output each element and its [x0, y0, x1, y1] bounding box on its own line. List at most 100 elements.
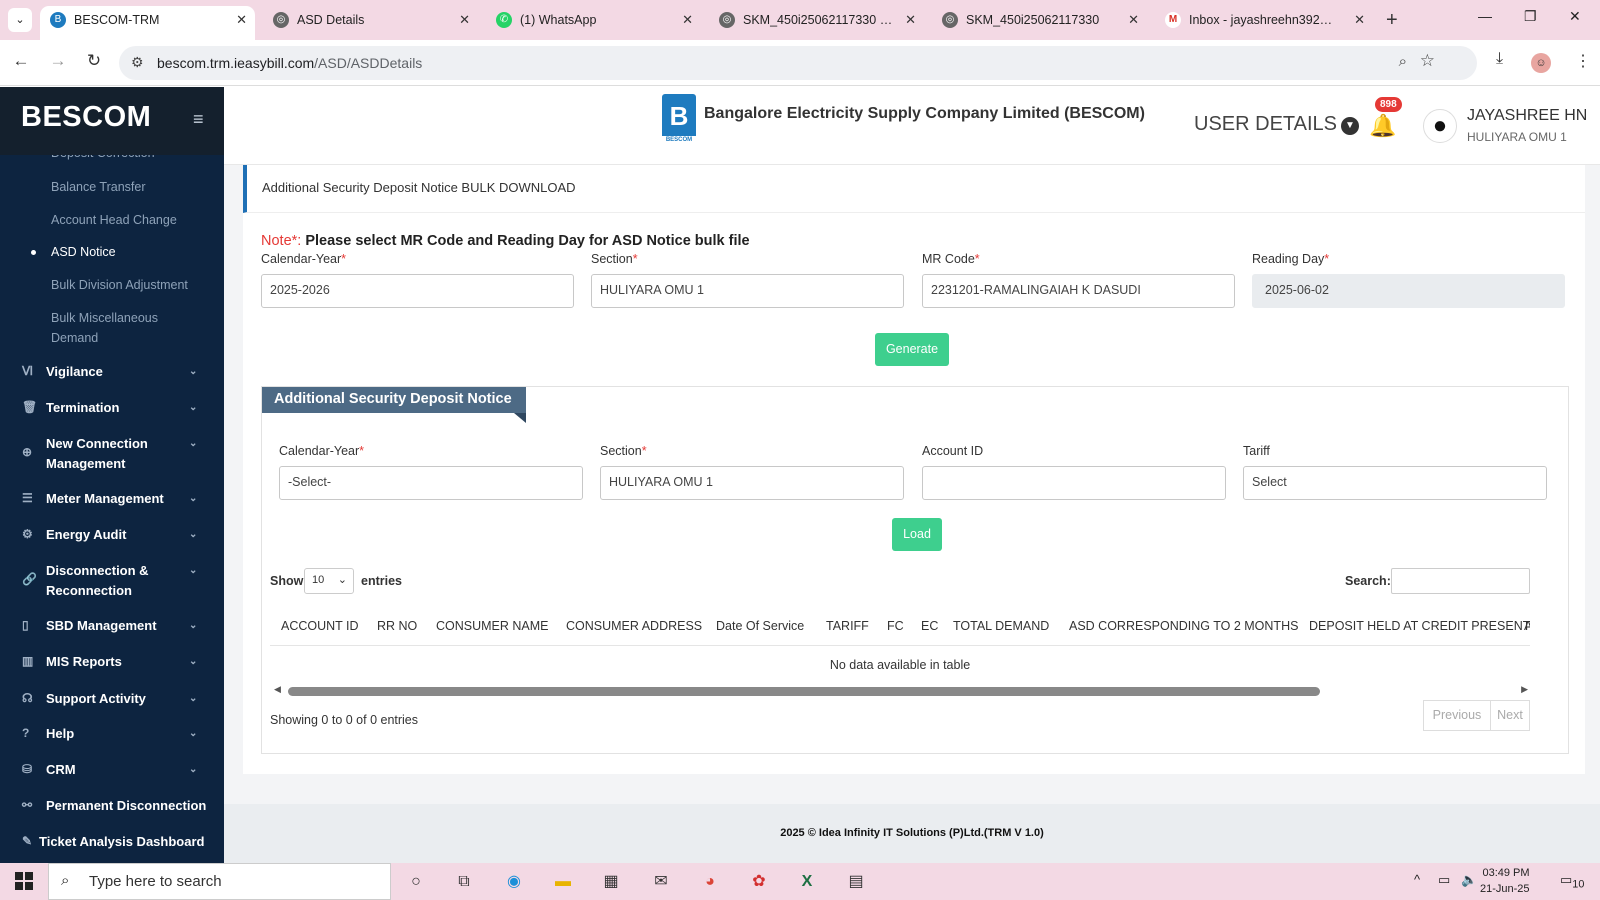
- new-tab-icon[interactable]: +: [1386, 8, 1398, 32]
- file-explorer-icon[interactable]: ▬: [548, 868, 578, 895]
- sidebar-item-demand[interactable]: Demand: [51, 328, 98, 348]
- generate-button[interactable]: Generate: [875, 333, 949, 366]
- close-tab-icon[interactable]: ✕: [905, 6, 916, 34]
- back-icon[interactable]: ←: [9, 51, 33, 71]
- bescom-logo: B BESCOM: [662, 94, 696, 144]
- hamburger-menu-icon[interactable]: ≡: [193, 109, 204, 130]
- bookmark-star-icon[interactable]: ☆: [1420, 51, 1435, 71]
- reading-day-input[interactable]: 2025-06-02: [1252, 274, 1565, 308]
- close-tab-icon[interactable]: ✕: [682, 6, 693, 34]
- col-deposit-held[interactable]: DEPOSIT HELD AT CREDIT PRESENTLY: [1309, 619, 1530, 633]
- edge-icon[interactable]: ◉: [499, 868, 529, 895]
- store-icon[interactable]: ▦: [596, 868, 626, 895]
- close-tab-icon[interactable]: ✕: [459, 6, 470, 34]
- section-select[interactable]: HULIYARA OMU 1: [591, 274, 904, 308]
- close-window-icon[interactable]: ✕: [1569, 8, 1581, 25]
- vk-icon: Ⅵ: [22, 364, 34, 378]
- asd-section-select[interactable]: HULIYARA OMU 1: [600, 466, 904, 500]
- minimize-icon[interactable]: —: [1478, 8, 1492, 24]
- zoom-icon[interactable]: ⌕: [1399, 53, 1407, 70]
- col-account-id[interactable]: ACCOUNT ID: [281, 619, 359, 633]
- scrollbar-thumb[interactable]: [288, 687, 1320, 696]
- calendar-year-select[interactable]: 2025-2026: [261, 274, 574, 308]
- close-tab-icon[interactable]: ✕: [1128, 6, 1139, 34]
- excel-icon[interactable]: X: [792, 868, 822, 895]
- sidebar-item-disconnection-reconnection[interactable]: 🔗 Disconnection & Reconnection ⌄: [0, 561, 224, 601]
- col-date-of-service[interactable]: Date Of Service: [716, 619, 804, 633]
- taskbar-clock[interactable]: 03:49 PM 21-Jun-25: [1480, 865, 1530, 897]
- network-icon[interactable]: ▭: [1438, 872, 1450, 888]
- col-truncated[interactable]: A: [1524, 619, 1530, 633]
- browser-menu-icon[interactable]: ⋮: [1575, 51, 1591, 71]
- col-tariff[interactable]: TARIFF: [826, 619, 869, 633]
- account-id-input[interactable]: [922, 466, 1226, 500]
- load-button[interactable]: Load: [892, 518, 942, 551]
- volume-icon[interactable]: 🔈: [1461, 872, 1477, 888]
- sidebar-item-bulk-division-adjustment[interactable]: Bulk Division Adjustment: [51, 275, 188, 295]
- close-tab-icon[interactable]: ✕: [1354, 6, 1365, 34]
- globe-icon: ◎: [942, 12, 958, 28]
- mr-code-select[interactable]: 2231201-RAMALINGAIAH K DASUDI: [922, 274, 1235, 308]
- tariff-select[interactable]: Select: [1243, 466, 1547, 500]
- mail-icon[interactable]: ✉: [646, 868, 676, 895]
- table-search-input[interactable]: [1391, 568, 1530, 594]
- link-icon: 🔗: [22, 572, 37, 586]
- entries-label: entries: [361, 574, 402, 588]
- user-name: JAYASHREE HN: [1467, 107, 1588, 124]
- notification-center-icon[interactable]: ▭10: [1560, 872, 1584, 891]
- next-page-button[interactable]: Next: [1490, 700, 1530, 731]
- chevron-down-icon: ⌄: [189, 656, 198, 667]
- tray-chevron-icon[interactable]: ^: [1414, 872, 1420, 887]
- forward-icon[interactable]: →: [46, 51, 70, 71]
- site-settings-icon[interactable]: ⚙: [131, 54, 144, 71]
- tab-bescom-trm[interactable]: B BESCOM-TRM ✕: [40, 6, 255, 40]
- asd-calendar-year-select[interactable]: -Select-: [279, 466, 583, 500]
- previous-page-button[interactable]: Previous: [1423, 700, 1491, 731]
- scroll-left-icon[interactable]: ◀: [274, 684, 281, 695]
- asd-section-label: Section*: [600, 444, 647, 458]
- chevron-down-icon: ⌄: [189, 728, 198, 739]
- close-tab-icon[interactable]: ✕: [236, 6, 247, 34]
- search-label: Search:: [1345, 574, 1391, 588]
- tab-skm-2[interactable]: ◎ SKM_450i25062117330 ✕: [932, 6, 1147, 40]
- user-avatar-icon[interactable]: ●: [1423, 109, 1457, 143]
- windows-start-icon[interactable]: [15, 872, 33, 890]
- chrome-icon[interactable]: ◕: [695, 868, 725, 895]
- user-details-dropdown[interactable]: USER DETAILS ▼: [1194, 113, 1359, 136]
- restore-icon[interactable]: ❐: [1524, 8, 1537, 25]
- tab-asd-details[interactable]: ◎ ASD Details ✕: [263, 6, 478, 40]
- col-rr-no[interactable]: RR NO: [377, 619, 417, 633]
- tab-skm-1[interactable]: ◎ SKM_450i25062117330 - 202 ✕: [709, 6, 924, 40]
- col-total-demand[interactable]: TOTAL DEMAND: [953, 619, 1049, 633]
- download-icon[interactable]: ⤓: [1496, 50, 1503, 68]
- table-horizontal-scrollbar[interactable]: ◀ ▶: [270, 684, 1530, 698]
- address-bar[interactable]: ⚙ bescom.trm.ieasybill.com/ASD/ASDDetail…: [119, 46, 1477, 80]
- col-fc[interactable]: FC: [887, 619, 904, 633]
- unlink-icon: ⚯: [22, 798, 33, 812]
- asd-notice-panel: Additional Security Deposit Notice Calen…: [261, 386, 1569, 754]
- calculator-icon[interactable]: ▤: [841, 868, 871, 895]
- profile-avatar-icon[interactable]: ☺: [1531, 53, 1551, 73]
- col-consumer-address[interactable]: CONSUMER ADDRESS: [566, 619, 702, 633]
- sidebar-item-bulk-miscellaneous[interactable]: Bulk Miscellaneous: [51, 308, 158, 328]
- scroll-right-icon[interactable]: ▶: [1521, 684, 1528, 695]
- taskbar-search-box[interactable]: ⌕ Type here to search: [48, 863, 391, 900]
- col-ec[interactable]: EC: [921, 619, 938, 633]
- plus-circle-icon: ⊕: [22, 445, 33, 459]
- sidebar-item-new-connection-management[interactable]: ⊕ New Connection Management ⌄: [0, 434, 224, 474]
- tab-search-chevron-icon[interactable]: ⌄: [8, 8, 32, 32]
- col-consumer-name[interactable]: CONSUMER NAME: [436, 619, 549, 633]
- entries-length-select[interactable]: 10 ⌄: [304, 568, 354, 594]
- reload-icon[interactable]: ↻: [82, 51, 106, 71]
- sidebar-item-balance-transfer[interactable]: Balance Transfer: [51, 177, 146, 197]
- app-icon[interactable]: ✿: [744, 868, 774, 895]
- sidebar-item-account-head-change[interactable]: Account Head Change: [51, 210, 177, 230]
- sidebar-item-asd-notice[interactable]: ASD Notice: [51, 242, 116, 262]
- table-header: ACCOUNT ID RR NO CONSUMER NAME CONSUMER …: [270, 608, 1530, 646]
- bell-icon[interactable]: 🔔: [1369, 113, 1396, 139]
- tab-whatsapp[interactable]: ✆ (1) WhatsApp ✕: [486, 6, 701, 40]
- col-asd-2-months[interactable]: ASD CORRESPONDING TO 2 MONTHS: [1069, 619, 1298, 633]
- task-view-icon[interactable]: ⧉: [449, 868, 479, 895]
- tab-gmail-inbox[interactable]: M Inbox - jayashreehn392@gm ✕: [1155, 6, 1373, 40]
- cortana-icon[interactable]: ○: [401, 868, 431, 895]
